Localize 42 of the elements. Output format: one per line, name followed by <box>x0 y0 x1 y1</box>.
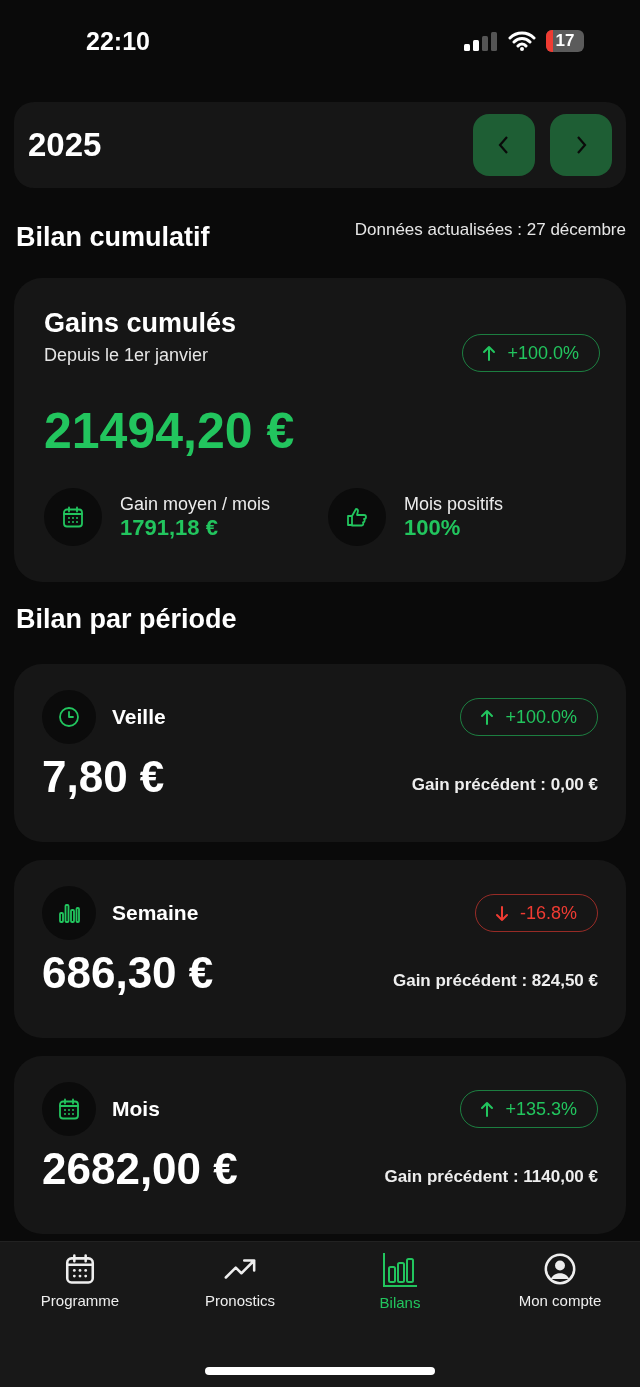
arrow-up-icon <box>479 1100 496 1118</box>
arrow-up-icon <box>479 708 496 726</box>
stat-label: Gain moyen / mois <box>120 493 271 515</box>
signal-icon <box>464 31 498 51</box>
period-amount: 686,30 € <box>42 948 214 998</box>
period-name: Veille <box>112 705 166 729</box>
battery-icon: 17 <box>546 30 584 52</box>
calendar-icon <box>61 505 85 529</box>
year-label: 2025 <box>28 126 102 164</box>
user-icon <box>543 1252 577 1286</box>
previous-gain: Gain précédent : 1140,00 € <box>384 1167 598 1187</box>
tab[interactable]: Bilans <box>320 1252 480 1311</box>
stat-value: 1791,18 € <box>120 514 219 541</box>
card-subtitle: Depuis le 1er janvier <box>44 345 210 366</box>
period-amount: 7,80 € <box>42 752 165 802</box>
calendar-icon <box>63 1252 97 1286</box>
status-time: 22:10 <box>86 26 150 56</box>
stat-value: 100% <box>404 514 462 541</box>
update-note: Données actualisées : 27 décembre <box>354 220 626 240</box>
previous-gain: Gain précédent : 824,50 € <box>392 971 598 991</box>
previous-button[interactable] <box>473 114 535 176</box>
section-title: Bilan par période <box>16 604 237 634</box>
bar-chart-icon <box>382 1252 418 1288</box>
previous-gain: Gain précédent : 0,00 € <box>411 775 598 795</box>
tab[interactable]: Mon compte <box>480 1252 640 1311</box>
stat-label: Mois positifs <box>404 493 504 515</box>
tab[interactable]: Pronostics <box>160 1252 320 1311</box>
period-name: Semaine <box>112 901 199 925</box>
wifi-icon <box>508 31 536 51</box>
period-name: Mois <box>112 1097 160 1121</box>
section-title: Bilan cumulatif <box>16 222 210 253</box>
bar-chart-icon <box>57 901 81 925</box>
thumbs-up-icon <box>345 505 369 529</box>
calendar-icon <box>57 1097 81 1121</box>
arrow-down-icon <box>493 904 510 922</box>
card-title: Gains cumulés <box>44 308 237 339</box>
tab[interactable]: Programme <box>0 1252 160 1311</box>
period-amount: 2682,00 € <box>42 1144 238 1194</box>
total-amount: 21494,20 € <box>44 402 296 460</box>
arrow-up-icon <box>481 344 498 362</box>
next-button[interactable] <box>550 114 612 176</box>
clock-icon <box>57 705 81 729</box>
